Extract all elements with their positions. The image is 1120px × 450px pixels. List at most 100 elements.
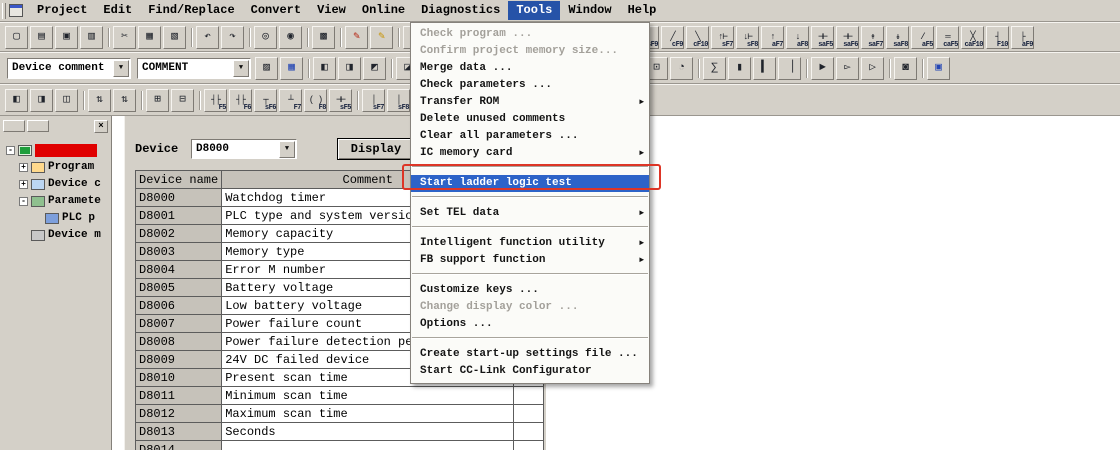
device-name-cell[interactable]: D8005 bbox=[136, 279, 222, 297]
pulse-not-falling-button[interactable]: ↡ saF8 bbox=[886, 26, 909, 49]
tile-horizontally-button[interactable]: ⊟ bbox=[171, 89, 194, 112]
invert-operation-button[interactable]: / aF5 bbox=[911, 26, 934, 49]
write-mode-button[interactable]: ✎ bbox=[345, 26, 368, 49]
forced-output-button[interactable]: ▕ bbox=[778, 57, 801, 80]
close-contact-not-button[interactable]: ⊣⊢ saF6 bbox=[836, 26, 859, 49]
tree-item-plc-parameter[interactable]: PLC p bbox=[0, 210, 111, 227]
tree-item-program[interactable]: + Program bbox=[0, 159, 111, 176]
menu-item-fb-support-function[interactable]: FB support function ► bbox=[411, 252, 649, 269]
device-name-cell[interactable]: D8007 bbox=[136, 315, 222, 333]
display-button[interactable]: Display bbox=[337, 138, 415, 160]
vertical-down-button[interactable]: │ sF8 bbox=[387, 89, 410, 112]
menu-item-set-tel-data[interactable]: Set TEL data ► bbox=[411, 205, 649, 222]
comment-cell[interactable]: Seconds bbox=[222, 423, 514, 441]
save-project-button[interactable]: ▣ bbox=[55, 26, 78, 49]
comment-cell[interactable]: Maximum scan time bbox=[222, 405, 514, 423]
delete-horizontal-line-button[interactable]: ╱ cF9 bbox=[661, 26, 684, 49]
delete-vertical-line-button[interactable]: ╲ cF10 bbox=[686, 26, 709, 49]
line-delete-button[interactable]: ╳ caF10 bbox=[961, 26, 984, 49]
sort-ascending-button[interactable]: ⇅ bbox=[88, 89, 111, 112]
comment-type-select[interactable]: COMMENT ▼ bbox=[137, 58, 251, 79]
redo-button[interactable]: ↷ bbox=[221, 26, 244, 49]
vertical-up-button[interactable]: │ sF7 bbox=[362, 89, 385, 112]
step-execution-button[interactable]: ▷ bbox=[861, 57, 884, 80]
menu-item-intelligent-function-utility[interactable]: Intelligent function utility ► bbox=[411, 235, 649, 252]
find-step-button[interactable]: ◩ bbox=[363, 57, 386, 80]
menu-item-transfer-rom[interactable]: Transfer ROM ► bbox=[411, 94, 649, 111]
sort-descending-button[interactable]: ⇅ bbox=[113, 89, 136, 112]
tree-expander[interactable]: + bbox=[19, 180, 28, 189]
menu-window[interactable]: Window bbox=[560, 1, 619, 20]
menu-item-start-cclink-configurator[interactable]: Start CC-Link Configurator bbox=[411, 363, 649, 380]
wiring-button[interactable]: ├ aF9 bbox=[1011, 26, 1034, 49]
menu-item-customize-keys[interactable]: Customize keys ... bbox=[411, 282, 649, 299]
menu-edit[interactable]: Edit bbox=[95, 1, 140, 20]
find-instruction-button[interactable]: ◨ bbox=[338, 57, 361, 80]
menu-project[interactable]: Project bbox=[29, 1, 95, 20]
menu-find-replace[interactable]: Find/Replace bbox=[140, 1, 242, 20]
tree-item-parameter[interactable]: - Paramete bbox=[0, 193, 111, 210]
project-data-list-button[interactable]: ◧ bbox=[5, 89, 28, 112]
device-name-cell[interactable]: D8011 bbox=[136, 387, 222, 405]
partial-execution-button[interactable]: ▻ bbox=[836, 57, 859, 80]
scan-time-button[interactable]: ∑ bbox=[703, 57, 726, 80]
tree-expander[interactable]: + bbox=[19, 163, 28, 172]
monitor-condition-button[interactable]: ◔ bbox=[670, 57, 693, 80]
device-name-cell[interactable]: D8003 bbox=[136, 243, 222, 261]
comment-cell[interactable] bbox=[222, 441, 514, 450]
menu-help[interactable]: Help bbox=[620, 1, 665, 20]
program-check-button[interactable]: ▩ bbox=[312, 26, 335, 49]
print-button[interactable]: ▥ bbox=[80, 26, 103, 49]
device-name-cell[interactable]: D8004 bbox=[136, 261, 222, 279]
device-name-cell[interactable]: D8013 bbox=[136, 423, 222, 441]
paste-button[interactable]: ▧ bbox=[163, 26, 186, 49]
monitor-mode-button[interactable]: ✎ bbox=[370, 26, 393, 49]
close-icon[interactable]: × bbox=[94, 120, 108, 133]
device-name-cell[interactable]: D8010 bbox=[136, 369, 222, 387]
menu-item-start-ladder-logic-test[interactable]: Start ladder logic test bbox=[411, 175, 649, 192]
menu-item-check-parameters[interactable]: Check parameters ... bbox=[411, 77, 649, 94]
comment-cell[interactable]: Minimum scan time bbox=[222, 387, 514, 405]
tree-item-project-root[interactable]: - bbox=[0, 142, 111, 159]
menu-tools[interactable]: Tools bbox=[508, 1, 560, 20]
ladder-monitor-window-button[interactable]: ▣ bbox=[927, 57, 950, 80]
toggle-comment-button[interactable]: ◨ bbox=[30, 89, 53, 112]
tree-expander[interactable]: - bbox=[6, 146, 15, 155]
toggle-statement-button[interactable]: ◫ bbox=[55, 89, 78, 112]
menu-item-ic-memory-card[interactable]: IC memory card ► bbox=[411, 145, 649, 162]
skip-execution-button[interactable]: ► bbox=[811, 57, 834, 80]
menu-view[interactable]: View bbox=[309, 1, 354, 20]
device-select[interactable]: D8000 ▼ bbox=[191, 139, 297, 159]
dock-handle[interactable] bbox=[27, 120, 49, 132]
branch-open-button[interactable]: ┬ sF6 bbox=[254, 89, 277, 112]
menubar-grip[interactable] bbox=[2, 3, 6, 19]
find-device-button[interactable]: ◧ bbox=[313, 57, 336, 80]
menu-item-delete-unused-comments[interactable]: Delete unused comments bbox=[411, 111, 649, 128]
data-type-select[interactable]: Device comment ▼ bbox=[7, 58, 131, 79]
forced-input-button[interactable]: ▍ bbox=[753, 57, 776, 80]
open-project-button[interactable]: ▤ bbox=[30, 26, 53, 49]
rising-pulse-button[interactable]: ↑⊢ sF7 bbox=[711, 26, 734, 49]
comment-display-button[interactable]: ▨ bbox=[255, 57, 278, 80]
device-test-button[interactable]: ▮ bbox=[728, 57, 751, 80]
rising-pulse-branch-button[interactable]: ↑ aF7 bbox=[761, 26, 784, 49]
device-name-header[interactable]: Device name bbox=[136, 171, 222, 189]
tree-expander[interactable]: - bbox=[19, 197, 28, 206]
device-name-cell[interactable]: D8012 bbox=[136, 405, 222, 423]
menu-item-clear-all-parameters[interactable]: Clear all parameters ... bbox=[411, 128, 649, 145]
menu-item-options[interactable]: Options ... bbox=[411, 316, 649, 333]
pulse-not-rising-button[interactable]: ↟ saF7 bbox=[861, 26, 884, 49]
copy-button[interactable]: ▦ bbox=[138, 26, 161, 49]
tree-item-device-comment[interactable]: + Device c bbox=[0, 176, 111, 193]
contact-branch-button[interactable]: ⊣⊢ sF5 bbox=[329, 89, 352, 112]
coil-branch-button[interactable]: ( ) F8 bbox=[304, 89, 327, 112]
find-button[interactable]: ◎ bbox=[254, 26, 277, 49]
convert-block-button[interactable]: ═ caF5 bbox=[936, 26, 959, 49]
menu-item-create-startup-settings-file[interactable]: Create start-up settings file ... bbox=[411, 346, 649, 363]
comment-edit-button[interactable]: ▦ bbox=[280, 57, 303, 80]
device-name-cell[interactable]: D8009 bbox=[136, 351, 222, 369]
device-name-cell[interactable]: D8001 bbox=[136, 207, 222, 225]
menu-online[interactable]: Online bbox=[354, 1, 413, 20]
falling-pulse-branch-button[interactable]: ↓ aF8 bbox=[786, 26, 809, 49]
tile-vertically-button[interactable]: ⊞ bbox=[146, 89, 169, 112]
